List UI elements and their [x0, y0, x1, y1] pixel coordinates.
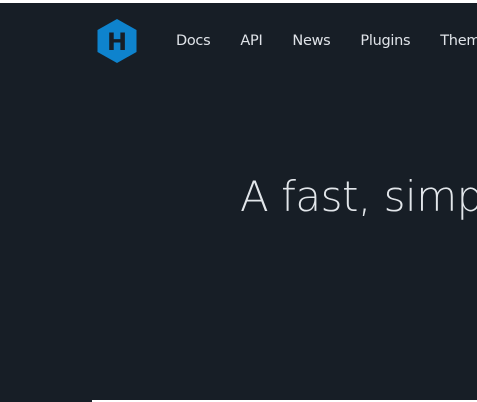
- site-logo[interactable]: H: [96, 18, 138, 64]
- page: H Docs API News Plugins Themes A fast, s…: [0, 0, 477, 402]
- nav-link-api[interactable]: API: [240, 33, 262, 49]
- nav-link-news[interactable]: News: [292, 33, 330, 49]
- nav-link-themes[interactable]: Themes: [440, 33, 477, 49]
- nav-link-plugins[interactable]: Plugins: [360, 33, 410, 49]
- hexo-hexagon-logo-icon: H: [97, 19, 137, 63]
- hero-headline: A fast, simple & powerful blog framework: [240, 172, 477, 221]
- nav-link-docs[interactable]: Docs: [176, 33, 211, 49]
- hero-section: H Docs API News Plugins Themes A fast, s…: [0, 3, 477, 400]
- main-nav: Docs API News Plugins Themes: [176, 29, 477, 53]
- logo-letter: H: [107, 28, 127, 56]
